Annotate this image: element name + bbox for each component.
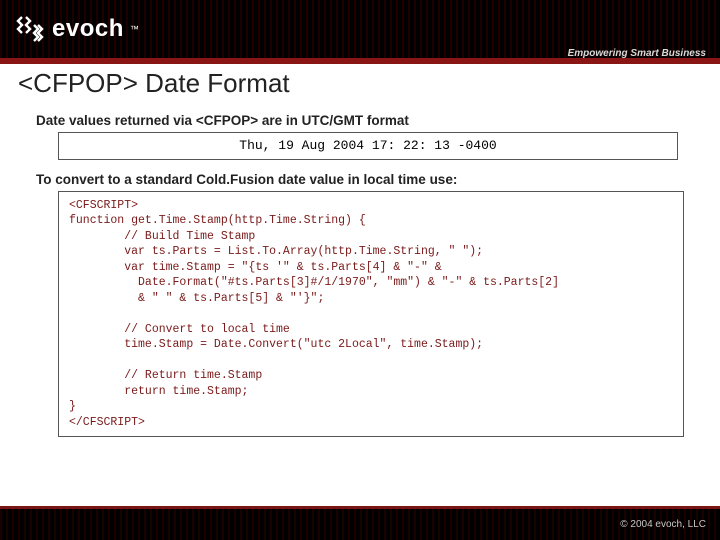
logo-mark-icon: [14, 13, 46, 45]
lead-text-1: Date values returned via <CFPOP> are in …: [36, 113, 702, 128]
lead-text-2: To convert to a standard Cold.Fusion dat…: [36, 172, 702, 187]
date-example-box: Thu, 19 Aug 2004 17: 22: 13 -0400: [58, 132, 678, 160]
code-box: <CFSCRIPT> function get.Time.Stamp(http.…: [58, 191, 684, 438]
brand-name: evoch: [52, 15, 124, 43]
slide-header: evoch ™ Empowering Smart Business: [0, 0, 720, 58]
tagline: Empowering Smart Business: [568, 48, 706, 59]
trademark-icon: ™: [130, 24, 139, 34]
page-title: <CFPOP> Date Format: [18, 68, 702, 99]
slide-footer: © 2004 evoch, LLC: [0, 506, 720, 540]
slide-content: <CFPOP> Date Format Date values returned…: [0, 58, 720, 437]
brand-logo: evoch ™: [14, 13, 139, 45]
copyright-text: © 2004 evoch, LLC: [620, 519, 706, 530]
